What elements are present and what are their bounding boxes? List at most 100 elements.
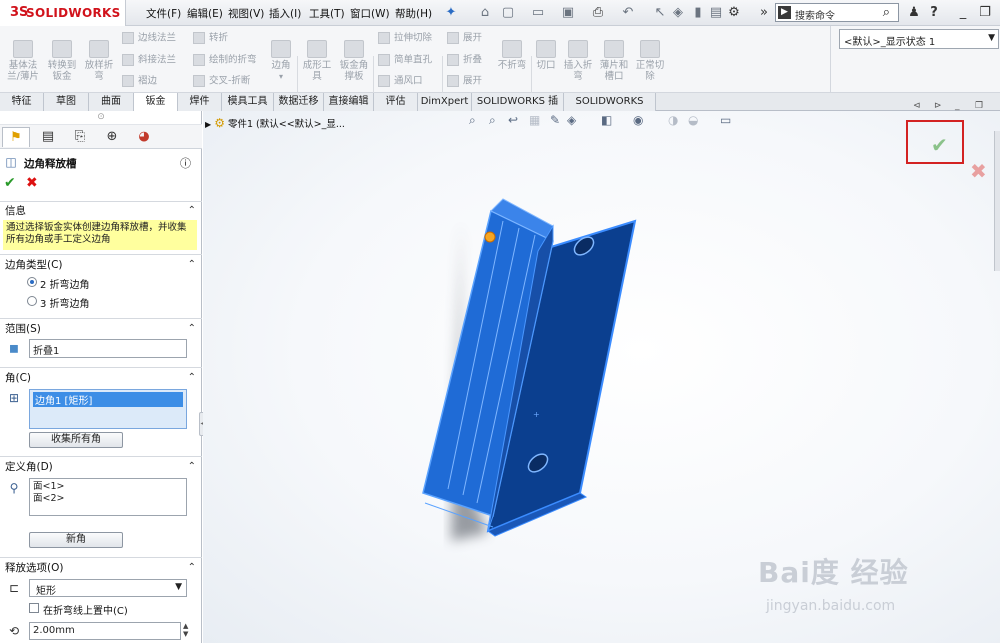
tab-features[interactable]: 特征 xyxy=(0,93,44,111)
display-state-dropdown[interactable]: <默认>_显示状态 1 ▼ xyxy=(839,29,999,49)
simple-hole-button[interactable]: 简单直孔 xyxy=(378,54,432,67)
gusset-button[interactable]: 钣金角 撑板 xyxy=(337,40,371,82)
tab-solidworks-mbd[interactable]: SOLIDWORKS MBD xyxy=(564,93,656,124)
scope-body-field[interactable]: 折叠1 xyxy=(29,339,187,358)
unfold-button[interactable]: 展开 xyxy=(447,32,482,45)
open-folder-icon[interactable]: ▭ xyxy=(530,5,546,21)
pane-left-icon[interactable]: ⊲ xyxy=(913,101,921,111)
restore-icon[interactable]: ❐ xyxy=(977,5,993,21)
tab-data-migration[interactable]: 数据迁移 xyxy=(274,93,324,111)
minimize-icon[interactable]: _ xyxy=(955,5,971,21)
fold-button[interactable]: 折叠 xyxy=(447,54,482,67)
menu-insert[interactable]: 插入(I) xyxy=(269,6,301,21)
cancel-corner-x-icon[interactable]: ✖ xyxy=(970,159,987,183)
relief-options-section-header[interactable]: 释放选项(O) ⌃ xyxy=(0,560,202,576)
help-icon[interactable]: ⓘ xyxy=(180,155,191,171)
tab-solidworks-addins[interactable]: SOLIDWORKS 插件 xyxy=(472,93,564,124)
collapse-icon[interactable]: » xyxy=(756,5,772,21)
file-properties-icon[interactable]: ▤ xyxy=(708,5,724,21)
spin-arrows-icon[interactable]: ▲ ▼ xyxy=(183,622,188,638)
graphics-area[interactable]: ▶ ⚙ 零件1 (默认<<默认>_显... ⌕ ⌕ ↩ ▦ ✎ ◈ ◧ ◉ ◑ … xyxy=(203,101,1000,643)
help-icon[interactable]: ? xyxy=(926,5,942,21)
face-list[interactable]: 面<1> 面<2> xyxy=(29,478,187,516)
relief-size-field[interactable]: 2.00mm xyxy=(29,622,181,640)
three-bend-corner-radio[interactable] xyxy=(27,296,37,306)
face-list-item[interactable]: 面<1> xyxy=(33,481,183,493)
new-corner-button[interactable]: 新角 xyxy=(29,532,123,548)
tab-sketch[interactable]: 草图 xyxy=(44,93,89,111)
flatten-button[interactable]: 展开 xyxy=(447,75,482,88)
miter-flange-button[interactable]: 斜接法兰 xyxy=(122,54,176,67)
corners-dropdown-icon[interactable]: ▾ xyxy=(266,71,296,82)
corners-button[interactable]: 边角 ▾ xyxy=(266,40,296,82)
menu-tools[interactable]: 工具(T) xyxy=(309,6,345,21)
corner-type-section-header[interactable]: 边角类型(C) ⌃ xyxy=(0,257,202,273)
scope-section-header[interactable]: 范围(S) ⌃ xyxy=(0,321,202,337)
rebuild-icon[interactable]: ◈ xyxy=(670,5,686,21)
no-bends-button[interactable]: 不折弯 xyxy=(494,40,530,71)
app-logo[interactable]: 3S SOLIDWORKS xyxy=(0,0,126,26)
tab-weldments[interactable]: 焊件 xyxy=(178,93,222,111)
search-input[interactable]: 搜索命令 xyxy=(795,7,835,22)
pin-icon[interactable]: ✦ xyxy=(443,5,459,21)
sketched-bend-button[interactable]: 绘制的折弯 xyxy=(193,54,257,67)
menu-edit[interactable]: 编辑(E) xyxy=(187,6,223,21)
menu-view[interactable]: 视图(V) xyxy=(228,6,264,21)
pane-right-icon[interactable]: ⊳ xyxy=(934,101,942,111)
tab-dimxpert[interactable]: DimXpert xyxy=(418,93,472,111)
feature-manager-tab-icon[interactable]: ⚑ xyxy=(2,127,30,147)
save-icon[interactable]: ▣ xyxy=(560,5,576,21)
ok-check-icon[interactable]: ✔ xyxy=(4,175,16,191)
traffic-light-icon[interactable]: ▮ xyxy=(690,5,706,21)
normal-cut-button[interactable]: 正常切 除 xyxy=(634,40,666,82)
insert-bends-button[interactable]: 插入折 弯 xyxy=(562,40,594,82)
confirm-corner-check-icon[interactable]: ✔ xyxy=(931,133,948,157)
extruded-cut-button[interactable]: 拉伸切除 xyxy=(378,32,432,45)
cross-break-button[interactable]: 交叉-折断 xyxy=(193,75,250,88)
base-flange-button[interactable]: 基体法 兰/薄片 xyxy=(6,40,40,82)
new-document-icon[interactable]: ▢ xyxy=(500,5,516,21)
cancel-x-icon[interactable]: ✖ xyxy=(26,175,38,191)
configuration-manager-tab-icon[interactable]: ⎘ xyxy=(66,127,94,147)
menu-help[interactable]: 帮助(H) xyxy=(395,6,432,21)
define-corner-section-header[interactable]: 定义角(D) ⌃ xyxy=(0,459,202,475)
lofted-bend-button[interactable]: 放样折 弯 xyxy=(82,40,116,82)
two-bend-corner-radio[interactable] xyxy=(27,277,37,287)
home-icon[interactable]: ⌂ xyxy=(477,5,493,21)
forming-tool-button[interactable]: 成形工 具 xyxy=(301,40,333,82)
tab-and-slot-button[interactable]: 薄片和 槽口 xyxy=(598,40,630,82)
hem-button[interactable]: 褶边 xyxy=(122,75,157,88)
face-list-item[interactable]: 面<2> xyxy=(33,493,183,505)
corner-section-header[interactable]: 角(C) ⌃ xyxy=(0,370,202,386)
corner-marker[interactable] xyxy=(484,231,496,243)
panel-grip[interactable]: ⊙ xyxy=(0,111,202,125)
print-icon[interactable]: ⎙ xyxy=(590,5,606,21)
tab-sheet-metal[interactable]: 钣金 xyxy=(134,93,178,112)
menu-file[interactable]: 文件(F) xyxy=(146,6,181,21)
select-arrow-icon[interactable]: ↖ xyxy=(652,5,668,21)
dimxpert-manager-tab-icon[interactable]: ⊕ xyxy=(98,127,126,147)
relief-type-dropdown[interactable]: 矩形 ▼ xyxy=(29,579,187,597)
menu-window[interactable]: 窗口(W) xyxy=(350,6,390,21)
center-on-bend-checkbox[interactable] xyxy=(29,603,39,613)
collect-all-corners-button[interactable]: 收集所有角 xyxy=(29,432,123,448)
undo-icon[interactable]: ↶ xyxy=(620,5,636,21)
corner-list[interactable]: 边角1 [矩形] xyxy=(29,389,187,429)
viewport-restore-icon[interactable]: ❐ xyxy=(975,101,983,111)
user-icon[interactable]: ♟ xyxy=(906,5,922,21)
edge-flange-button[interactable]: 边线法兰 xyxy=(122,32,176,45)
tab-direct-editing[interactable]: 直接编辑 xyxy=(324,93,374,111)
corner-list-item[interactable]: 边角1 [矩形] xyxy=(33,392,183,407)
tab-mold-tools[interactable]: 模具工具 xyxy=(222,93,274,111)
search-commands-box[interactable]: ▶ 搜索命令 ⌕ xyxy=(775,3,899,22)
jog-button[interactable]: 转折 xyxy=(193,32,228,45)
task-pane-edge[interactable] xyxy=(994,131,1000,271)
vent-button[interactable]: 通风口 xyxy=(378,75,423,88)
viewport-minimize-icon[interactable]: _ xyxy=(955,101,960,111)
gear-icon[interactable]: ⚙ xyxy=(726,5,742,21)
tab-evaluate[interactable]: 评估 xyxy=(374,93,418,111)
tab-surfaces[interactable]: 曲面 xyxy=(89,93,134,111)
info-section-header[interactable]: 信息 ⌃ xyxy=(0,203,202,219)
convert-to-sheet-metal-button[interactable]: 转换到 钣金 xyxy=(44,40,80,82)
display-manager-tab-icon[interactable]: ◕ xyxy=(130,127,158,147)
